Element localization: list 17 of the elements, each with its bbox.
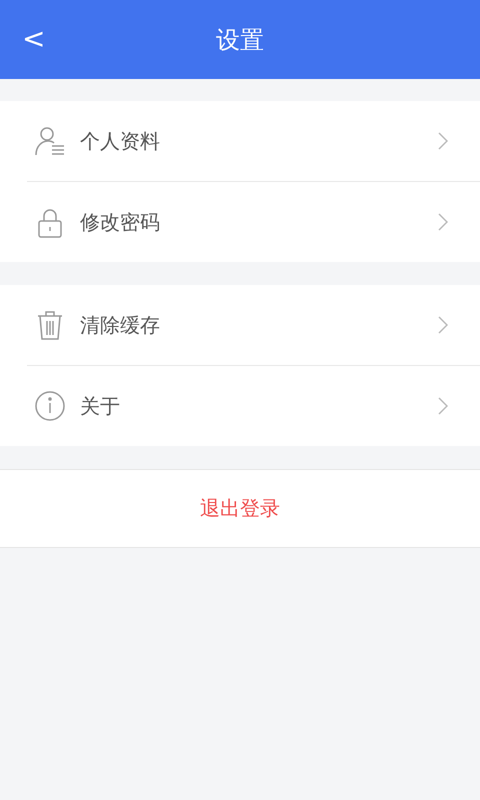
back-button[interactable]: < — [22, 22, 46, 55]
logout-button[interactable]: 退出登录 — [0, 469, 480, 548]
info-icon — [34, 390, 66, 422]
settings-row[interactable]: 关于 — [27, 365, 480, 446]
settings-row[interactable]: 清除缓存 — [0, 285, 480, 365]
row-label: 关于 — [80, 392, 121, 420]
settings-row[interactable]: 修改密码 — [27, 181, 480, 262]
row-label: 修改密码 — [80, 208, 161, 236]
chevron-icon — [438, 132, 448, 150]
chevron-icon — [438, 397, 448, 415]
chevron-icon — [438, 213, 448, 231]
row-label: 清除缓存 — [80, 312, 161, 338]
chevron-icon — [438, 316, 448, 334]
settings-row[interactable]: 个人资料 — [0, 101, 480, 181]
page-title: 设置 — [216, 24, 264, 56]
row-label: 个人资料 — [80, 128, 161, 154]
person-icon — [34, 125, 66, 157]
